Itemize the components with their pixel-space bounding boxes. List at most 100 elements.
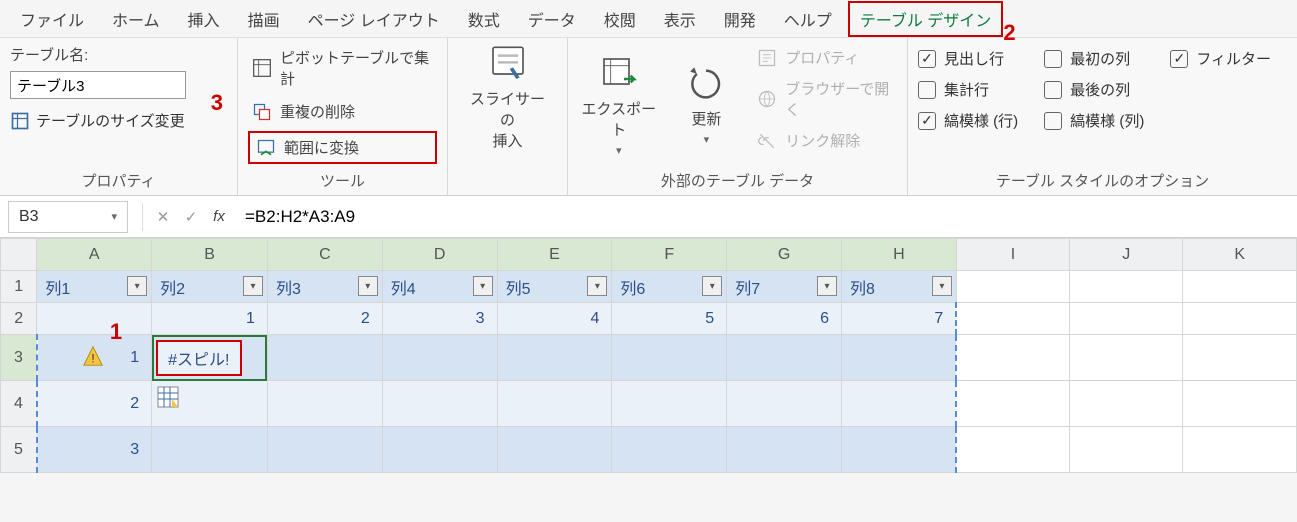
filter-dropdown-button[interactable]: ▾ [127, 276, 147, 296]
cell-A3[interactable]: ! 1 1 [37, 335, 152, 381]
cell-D2[interactable]: 3 [382, 303, 497, 335]
menu-file[interactable]: ファイル [8, 1, 96, 37]
cell[interactable] [1183, 381, 1297, 427]
table-header-cell[interactable]: 列2▾ [152, 271, 268, 303]
menu-review[interactable]: 校閲 [592, 1, 648, 37]
filter-dropdown-button[interactable]: ▾ [587, 276, 607, 296]
cell[interactable] [842, 381, 957, 427]
col-header-A[interactable]: A [37, 239, 152, 271]
check-banded-cols[interactable]: 縞模様 (列) [1044, 110, 1144, 131]
cell-A2[interactable] [37, 303, 152, 335]
convert-to-range-button[interactable]: 範囲に変換 [248, 131, 437, 164]
check-last-col[interactable]: 最後の列 [1044, 79, 1144, 100]
cell-A4[interactable]: 2 [37, 381, 152, 427]
cell[interactable] [956, 381, 1069, 427]
row-header-1[interactable]: 1 [1, 271, 37, 303]
filter-dropdown-button[interactable]: ▾ [817, 276, 837, 296]
cell-F2[interactable]: 5 [612, 303, 727, 335]
table-header-cell[interactable]: 列4▾ [382, 271, 497, 303]
cell[interactable] [152, 427, 268, 473]
cell[interactable] [1070, 303, 1183, 335]
col-header-B[interactable]: B [152, 239, 268, 271]
check-first-col[interactable]: 最初の列 [1044, 48, 1144, 69]
export-button[interactable]: エクスポート ▾ [578, 44, 660, 166]
cell[interactable] [956, 335, 1069, 381]
enter-formula-button[interactable]: ✓ [177, 208, 205, 226]
remove-duplicates-button[interactable]: 重複の削除 [248, 98, 437, 125]
cell-B3-active[interactable]: #スピル! [152, 335, 268, 381]
chevron-down-icon[interactable]: ▾ [111, 210, 117, 223]
cell[interactable] [956, 427, 1069, 473]
cell-B2[interactable]: 1 [152, 303, 268, 335]
filter-dropdown-button[interactable]: ▾ [702, 276, 722, 296]
cell[interactable] [612, 381, 727, 427]
col-header-E[interactable]: E [497, 239, 612, 271]
refresh-button[interactable]: 更新 ▾ [666, 44, 748, 166]
warning-icon[interactable]: ! [82, 345, 104, 367]
cell[interactable] [1183, 427, 1297, 473]
cell[interactable] [267, 335, 382, 381]
check-total-row[interactable]: 集計行 [918, 79, 1018, 100]
col-header-F[interactable]: F [612, 239, 727, 271]
cell-C2[interactable]: 2 [267, 303, 382, 335]
cell[interactable] [497, 381, 612, 427]
cell-H2[interactable]: 7 [842, 303, 957, 335]
check-header-row[interactable]: 見出し行 [918, 48, 1018, 69]
cancel-formula-button[interactable]: ✕ [149, 208, 177, 226]
cell[interactable] [727, 335, 842, 381]
cell[interactable] [1070, 271, 1183, 303]
cell[interactable] [1070, 427, 1183, 473]
cell-B4[interactable] [152, 381, 268, 427]
table-header-cell[interactable]: 列5▾ [497, 271, 612, 303]
table-name-input[interactable] [10, 71, 186, 99]
menu-formulas[interactable]: 数式 [456, 1, 512, 37]
cell[interactable] [382, 335, 497, 381]
resize-table-button[interactable]: テーブルのサイズ変更 [10, 110, 227, 131]
cell[interactable] [842, 335, 957, 381]
filter-dropdown-button[interactable]: ▾ [243, 276, 263, 296]
menu-draw[interactable]: 描画 [236, 1, 292, 37]
autocorrect-options-icon[interactable] [156, 385, 180, 409]
row-header-5[interactable]: 5 [1, 427, 37, 473]
cell[interactable] [727, 381, 842, 427]
cell-E2[interactable]: 4 [497, 303, 612, 335]
cell[interactable] [1183, 303, 1297, 335]
check-banded-rows[interactable]: 縞模様 (行) [918, 110, 1018, 131]
cell[interactable] [1183, 335, 1297, 381]
col-header-D[interactable]: D [382, 239, 497, 271]
filter-dropdown-button[interactable]: ▾ [358, 276, 378, 296]
menu-data[interactable]: データ [516, 1, 588, 37]
col-header-H[interactable]: H [842, 239, 957, 271]
cell[interactable] [267, 427, 382, 473]
menu-developer[interactable]: 開発 [712, 1, 768, 37]
cell[interactable] [382, 427, 497, 473]
cell-G2[interactable]: 6 [727, 303, 842, 335]
cell[interactable] [267, 381, 382, 427]
menu-help[interactable]: ヘルプ [772, 1, 844, 37]
filter-dropdown-button[interactable]: ▾ [473, 276, 493, 296]
insert-function-button[interactable]: fx [205, 208, 233, 225]
col-header-G[interactable]: G [727, 239, 842, 271]
insert-slicer-button[interactable]: スライサーの挿入 [464, 44, 552, 151]
row-header-2[interactable]: 2 [1, 303, 37, 335]
cell-A5[interactable]: 3 [37, 427, 152, 473]
table-header-cell[interactable]: 列3▾ [267, 271, 382, 303]
row-header-3[interactable]: 3 [1, 335, 37, 381]
cell[interactable] [727, 427, 842, 473]
cell[interactable] [612, 335, 727, 381]
table-header-cell[interactable]: 列8▾ [842, 271, 957, 303]
formula-input[interactable] [233, 201, 1297, 233]
check-filter-button[interactable]: フィルター [1170, 48, 1271, 69]
name-box[interactable]: B3 ▾ [8, 201, 128, 233]
menu-view[interactable]: 表示 [652, 1, 708, 37]
cell[interactable] [612, 427, 727, 473]
menu-table-design[interactable]: テーブル デザイン [848, 1, 1004, 37]
cell[interactable] [1183, 271, 1297, 303]
table-header-cell[interactable]: 列7▾ [727, 271, 842, 303]
cell[interactable] [497, 335, 612, 381]
cell[interactable] [956, 303, 1069, 335]
cell[interactable] [842, 427, 957, 473]
menu-home[interactable]: ホーム [100, 1, 172, 37]
select-all-corner[interactable] [1, 239, 37, 271]
cell[interactable] [1070, 381, 1183, 427]
